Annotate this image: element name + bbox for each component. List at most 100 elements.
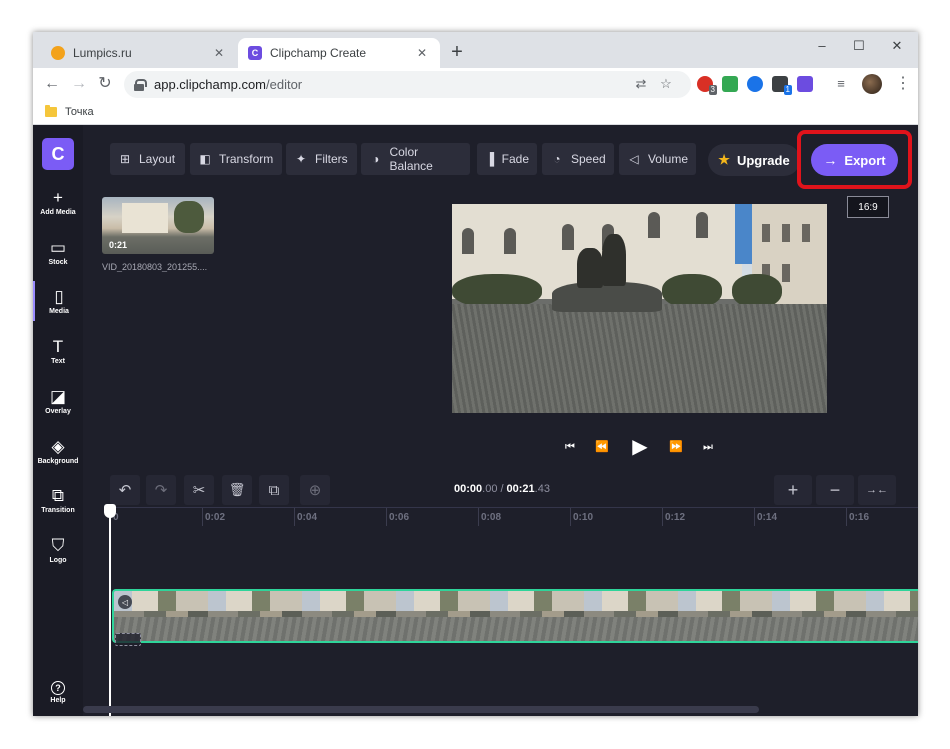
sidebar-item-text[interactable]: T Text bbox=[33, 337, 83, 365]
ruler-tick: 0:02 bbox=[202, 508, 225, 526]
tab-clipchamp[interactable]: C Clipchamp Create ✕ bbox=[238, 38, 440, 68]
tick-label: 0:02 bbox=[205, 512, 226, 523]
export-button[interactable]: → Export bbox=[811, 144, 898, 176]
copy-button[interactable]: ⊕ bbox=[300, 475, 330, 505]
layout-button[interactable]: ⊞ Layout bbox=[110, 143, 185, 175]
maximize-button[interactable]: ☐ bbox=[846, 38, 872, 54]
total-time: 00:21 bbox=[506, 483, 535, 495]
help-label: Help bbox=[50, 697, 66, 704]
address-bar[interactable]: app.clipchamp.com/editor ⇄ ☆ bbox=[124, 71, 691, 98]
sidebar-item-label: Logo bbox=[49, 557, 67, 564]
undo-button[interactable]: ↶ bbox=[110, 475, 140, 505]
media-duration: 0:21 bbox=[109, 240, 128, 250]
split-button[interactable]: ✂ bbox=[184, 475, 214, 505]
current-time-ms: .00 bbox=[482, 483, 498, 495]
delete-button[interactable]: 🗑 bbox=[222, 475, 252, 505]
volume-button[interactable]: ◁ Volume bbox=[619, 143, 696, 175]
video-clip-track[interactable]: ◁ bbox=[112, 589, 918, 643]
preview-monument bbox=[552, 282, 662, 312]
zoom-in-button[interactable]: + bbox=[774, 475, 812, 505]
ruler-tick: 0:06 bbox=[386, 508, 409, 526]
fit-timeline-button[interactable]: →← bbox=[858, 475, 896, 505]
close-icon[interactable]: ✕ bbox=[211, 46, 227, 60]
background-icon: ◈ bbox=[51, 437, 65, 456]
bookmark-item[interactable]: Точка bbox=[65, 106, 94, 118]
extension-red-icon[interactable]: 3 bbox=[697, 76, 717, 95]
bookmark-star-icon[interactable]: ☆ bbox=[657, 76, 675, 92]
zoom-out-button[interactable]: − bbox=[816, 475, 854, 505]
speed-button[interactable]: ◔ Speed bbox=[542, 143, 614, 175]
browser-window: Lumpics.ru ✕ C Clipchamp Create ✕ + – ☐ … bbox=[33, 32, 918, 716]
folder-icon bbox=[45, 105, 57, 117]
filters-button[interactable]: ✦ Filters bbox=[286, 143, 357, 175]
sidebar-item-logo[interactable]: ⛉ Logo bbox=[33, 536, 83, 564]
upgrade-label: Upgrade bbox=[736, 152, 790, 168]
skip-forward-button[interactable]: ⏭ bbox=[698, 437, 718, 457]
layout-icon: ⊞ bbox=[119, 152, 131, 166]
thumbnail-image bbox=[122, 203, 168, 233]
profile-avatar[interactable] bbox=[862, 74, 882, 94]
extension-globe-icon[interactable] bbox=[747, 76, 763, 92]
sidebar-item-overlay[interactable]: ◪ Overlay bbox=[33, 387, 83, 415]
clip-filmstrip-ground bbox=[114, 617, 918, 641]
clip-handle[interactable] bbox=[115, 633, 141, 646]
redo-button[interactable]: ↷ bbox=[146, 475, 176, 505]
sidebar-item-background[interactable]: ◈ Background bbox=[33, 437, 83, 465]
transform-button[interactable]: ◧ Transform bbox=[190, 143, 282, 175]
back-button[interactable]: ← bbox=[42, 74, 62, 94]
extension-purple-icon[interactable] bbox=[797, 76, 813, 92]
menu-kebab-icon[interactable]: ⋮ bbox=[895, 73, 911, 93]
sidebar-item-label: Text bbox=[51, 358, 65, 365]
logo-shield-icon: ⛉ bbox=[51, 536, 65, 555]
fade-button[interactable]: ▐ Fade bbox=[477, 143, 537, 175]
tick-label: 0:12 bbox=[665, 512, 686, 523]
media-thumbnail[interactable]: 0:21 bbox=[102, 197, 214, 254]
timeline-scrollbar[interactable] bbox=[83, 706, 759, 713]
extension-box-icon[interactable]: 1 bbox=[772, 76, 792, 95]
close-icon[interactable]: ✕ bbox=[414, 46, 430, 60]
sidebar-item-add-media[interactable]: + Add Media bbox=[33, 188, 83, 216]
tab-lumpics[interactable]: Lumpics.ru ✕ bbox=[41, 38, 237, 68]
plus-icon: + bbox=[53, 188, 63, 207]
tab-title: Clipchamp Create bbox=[270, 46, 367, 60]
sidebar-item-media[interactable]: ▯ Media bbox=[33, 281, 83, 321]
help-button[interactable]: ? Help bbox=[33, 678, 83, 704]
clipchamp-editor: C + Add Media ▭ Stock ▯ Media T Text ◪ O… bbox=[33, 125, 918, 716]
forward-button[interactable]: → bbox=[69, 74, 89, 94]
help-icon: ? bbox=[51, 681, 65, 695]
tick-label: 0:08 bbox=[481, 512, 502, 523]
rewind-button[interactable]: ⏪ bbox=[592, 437, 612, 457]
duplicate-button[interactable]: ⧉ bbox=[259, 475, 289, 505]
new-tab-button[interactable]: + bbox=[447, 42, 467, 62]
media-control-icon[interactable]: ≡ bbox=[833, 76, 849, 92]
preview-plaza bbox=[452, 304, 827, 413]
skip-back-button[interactable]: ⏮ bbox=[560, 437, 580, 457]
color-balance-button[interactable]: ◑ Color Balance bbox=[361, 143, 470, 175]
play-button[interactable]: ▶ bbox=[630, 437, 650, 457]
window-close-button[interactable]: ✕ bbox=[884, 38, 910, 54]
volume-label: Volume bbox=[647, 152, 688, 166]
tick-label: 0:14 bbox=[757, 512, 778, 523]
minimize-button[interactable]: – bbox=[809, 38, 835, 53]
fast-forward-button[interactable]: ⏩ bbox=[666, 437, 686, 457]
clipchamp-logo[interactable]: C bbox=[42, 138, 74, 170]
sidebar-item-label: Media bbox=[49, 308, 69, 315]
speaker-icon[interactable]: ◁ bbox=[118, 595, 132, 609]
extension-badge: 1 bbox=[783, 85, 792, 95]
tick-label: 0:04 bbox=[297, 512, 318, 523]
timecode: 00:00.00/00:21.43 bbox=[454, 483, 550, 495]
thumbnail-tree bbox=[174, 201, 204, 233]
aspect-ratio-button[interactable]: 16:9 bbox=[847, 196, 889, 218]
timeline-ruler[interactable]: 0 0:02 0:04 0:06 0:08 0:10 0:12 0:14 0:1… bbox=[110, 507, 918, 526]
reload-button[interactable]: ↻ bbox=[95, 74, 115, 94]
translate-icon[interactable]: ⇄ bbox=[632, 76, 650, 92]
volume-icon: ◁ bbox=[629, 152, 639, 166]
sidebar-item-stock[interactable]: ▭ Stock bbox=[33, 238, 83, 266]
filters-label: Filters bbox=[315, 152, 348, 166]
upgrade-button[interactable]: ★ Upgrade bbox=[708, 144, 800, 176]
extension-check-icon[interactable] bbox=[722, 76, 738, 92]
video-preview[interactable] bbox=[452, 204, 827, 413]
sidebar-item-transition[interactable]: ⧉ Transition bbox=[33, 486, 83, 514]
arrow-right-icon: → bbox=[823, 152, 838, 168]
playhead-handle[interactable] bbox=[104, 504, 116, 518]
